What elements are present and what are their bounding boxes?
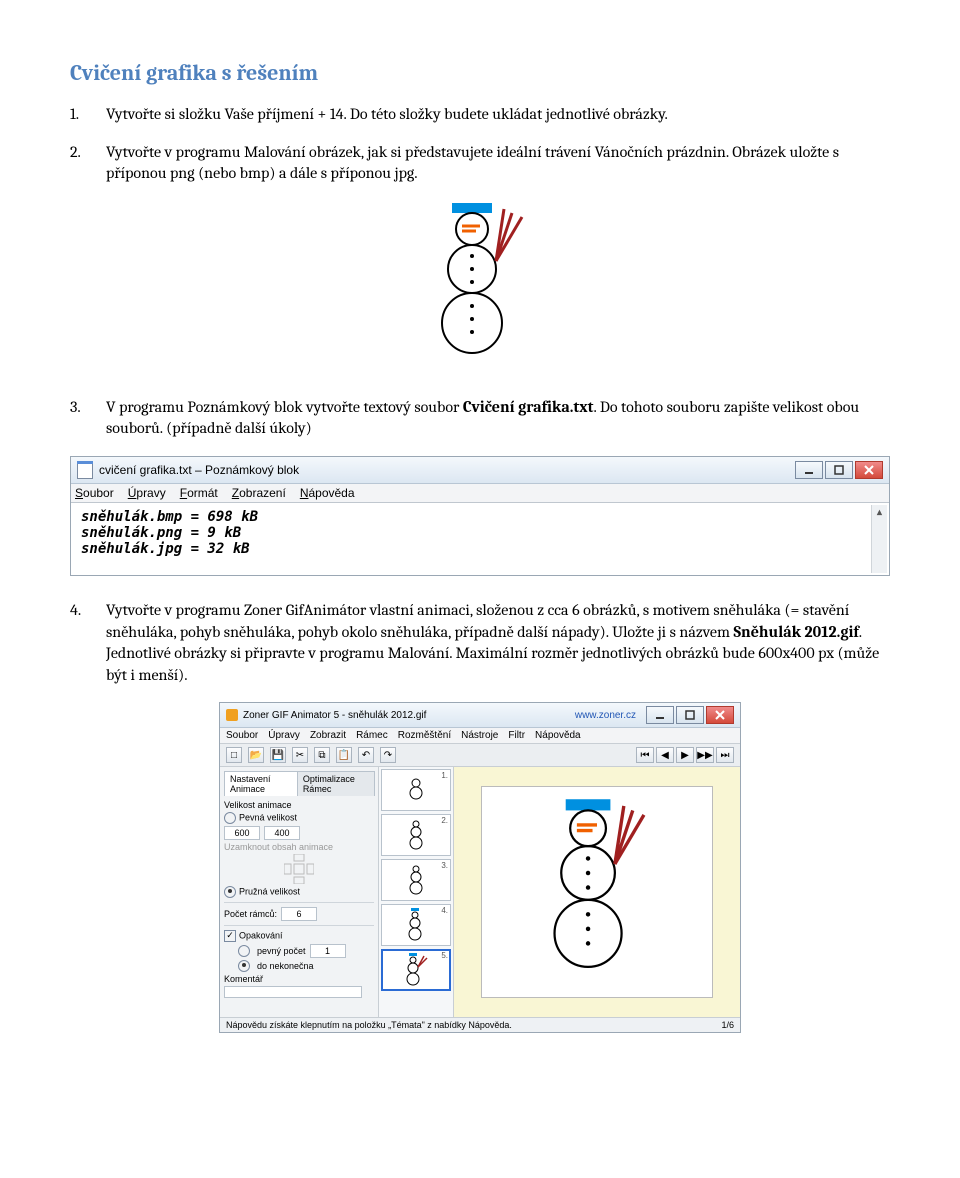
menu-item[interactable]: Nástroje xyxy=(461,730,498,741)
notepad-icon xyxy=(77,461,93,479)
notepad-line: sněhulák.png = 9 kB xyxy=(81,525,879,541)
status-text: Nápovědu získáte klepnutím na položku „T… xyxy=(226,1020,512,1030)
play-icon[interactable]: ▶ xyxy=(676,747,694,763)
frame-thumb[interactable]: 4. xyxy=(381,904,451,946)
notepad-window: cvičení grafika.txt – Poznámkový blok So… xyxy=(70,456,890,576)
menu-item[interactable]: Úpravy xyxy=(268,730,300,741)
zoner-canvas-frame xyxy=(481,786,713,998)
page-title: Cvičení grafika s řešením xyxy=(70,60,890,86)
frame-thumb[interactable]: 2. xyxy=(381,814,451,856)
item-text: Vytvořte v programu Malování obrázek, ja… xyxy=(106,143,839,183)
snowman-figure xyxy=(70,201,890,375)
close-button[interactable] xyxy=(855,461,883,479)
tab-optimize-frame[interactable]: Optimalizace Rámec xyxy=(297,771,375,796)
menu-item[interactable]: Rozměštění xyxy=(398,730,451,741)
infinite-label: do nekonečna xyxy=(257,961,314,971)
zoner-canvas[interactable] xyxy=(454,767,740,1017)
fixed-count-label: pevný počet xyxy=(257,946,306,956)
comment-input[interactable] xyxy=(224,986,362,998)
status-frame-counter: 1/6 xyxy=(721,1020,734,1030)
size-label: Velikost animace xyxy=(224,800,374,810)
tool-undo-icon[interactable]: ↶ xyxy=(358,747,374,763)
maximize-button[interactable] xyxy=(825,461,853,479)
scroll-up-icon[interactable]: ▴ xyxy=(872,505,887,520)
menu-view[interactable]: Zobrazení xyxy=(232,486,286,500)
scrollbar[interactable]: ▴ xyxy=(871,505,887,573)
notepad-titlebar: cvičení grafika.txt – Poznámkový blok xyxy=(71,457,889,484)
item-number: 1. xyxy=(70,104,79,126)
zoner-titlebar: Zoner GIF Animator 5 - sněhulák 2012.gif… xyxy=(220,703,740,728)
trim-disabled-label: Uzamknout obsah animace xyxy=(224,842,374,852)
zoner-window: Zoner GIF Animator 5 - sněhulák 2012.gif… xyxy=(219,702,741,1033)
list-item: 1. Vytvořte si složku Vaše příjmení + 14… xyxy=(70,104,890,126)
menu-item[interactable]: Rámec xyxy=(356,730,388,741)
tab-animation-settings[interactable]: Nastavení Animace xyxy=(224,771,298,796)
notepad-textarea[interactable]: sněhulák.bmp = 698 kB sněhulák.png = 9 k… xyxy=(71,503,889,575)
menu-item[interactable]: Zobrazit xyxy=(310,730,346,741)
zoner-logo-icon xyxy=(226,709,238,721)
item-bold: Cvičení grafika.txt xyxy=(463,398,594,416)
frame-thumb[interactable]: 3. xyxy=(381,859,451,901)
play-last-icon[interactable]: ⏭ xyxy=(716,747,734,763)
tool-cut-icon[interactable]: ✂ xyxy=(292,747,308,763)
close-button[interactable] xyxy=(706,706,734,724)
notepad-title-text: cvičení grafika.txt – Poznámkový blok xyxy=(99,463,299,477)
zoner-url[interactable]: www.zoner.cz xyxy=(575,710,636,721)
minimize-button[interactable] xyxy=(795,461,823,479)
menu-file[interactable]: Soubor xyxy=(75,486,114,500)
frame-thumb-selected[interactable]: 5. xyxy=(381,949,451,991)
tool-save-icon[interactable]: 💾 xyxy=(270,747,286,763)
menu-help[interactable]: Nápověda xyxy=(300,486,355,500)
minimize-button[interactable] xyxy=(646,706,674,724)
zoner-menubar: Soubor Úpravy Zobrazit Rámec Rozměštění … xyxy=(220,728,740,744)
frames-input[interactable]: 6 xyxy=(281,907,317,921)
fixed-count-input[interactable]: 1 xyxy=(310,944,346,958)
item-text: V programu Poznámkový blok vytvořte text… xyxy=(106,398,463,416)
menu-item[interactable]: Soubor xyxy=(226,730,258,741)
play-next-icon[interactable]: ▶▶ xyxy=(696,747,714,763)
list-item: 3. V programu Poznámkový blok vytvořte t… xyxy=(70,397,890,440)
play-prev-icon[interactable]: ◀ xyxy=(656,747,674,763)
notepad-line: sněhulák.jpg = 32 kB xyxy=(81,541,879,557)
menu-item[interactable]: Filtr xyxy=(508,730,525,741)
menu-item[interactable]: Nápověda xyxy=(535,730,581,741)
play-first-icon[interactable]: ⏮ xyxy=(636,747,654,763)
list-item: 2. Vytvořte v programu Malování obrázek,… xyxy=(70,142,890,185)
tool-copy-icon[interactable]: ⧉ xyxy=(314,747,330,763)
radio-flexible-size[interactable]: Pružná velikost xyxy=(224,886,374,898)
tool-open-icon[interactable]: 📂 xyxy=(248,747,264,763)
item-number: 4. xyxy=(70,600,81,622)
list-item: 4. Vytvořte v programu Zoner GifAnimátor… xyxy=(70,600,890,686)
menu-format[interactable]: Formát xyxy=(180,486,218,500)
tool-paste-icon[interactable]: 📋 xyxy=(336,747,352,763)
zoner-settings-panel: Nastavení Animace Optimalizace Rámec Vel… xyxy=(220,767,379,1017)
zoner-toolbar: □ 📂 💾 ✂ ⧉ 📋 ↶ ↷ ⏮ ◀ ▶ ▶▶ ⏭ xyxy=(220,744,740,767)
tool-redo-icon[interactable]: ↷ xyxy=(380,747,396,763)
zoner-statusbar: Nápovědu získáte klepnutím na položku „T… xyxy=(220,1017,740,1032)
notepad-line: sněhulák.bmp = 698 kB xyxy=(81,509,879,525)
tool-new-icon[interactable]: □ xyxy=(226,747,242,763)
radio-fixed-count[interactable] xyxy=(238,945,250,957)
frame-thumb[interactable]: 1. xyxy=(381,769,451,811)
radio-infinite[interactable] xyxy=(238,960,250,972)
width-input[interactable]: 600 xyxy=(224,826,260,840)
comment-label: Komentář xyxy=(224,974,374,984)
item-bold: Sněhulák 2012.gif xyxy=(733,623,858,641)
notepad-menubar: Soubor Úpravy Formát Zobrazení Nápověda xyxy=(71,484,889,503)
zoner-title-text: Zoner GIF Animator 5 - sněhulák 2012.gif xyxy=(243,710,426,721)
zoner-frame-list: 1. 2. 3. 4. 5. xyxy=(379,767,454,1017)
menu-edit[interactable]: Úpravy xyxy=(128,486,166,500)
radio-fixed-size[interactable]: Pevná velikost xyxy=(224,812,374,824)
check-loop[interactable]: Opakování xyxy=(224,930,374,942)
maximize-button[interactable] xyxy=(676,706,704,724)
height-input[interactable]: 400 xyxy=(264,826,300,840)
item-number: 2. xyxy=(70,142,81,164)
item-text: Vytvořte si složku Vaše příjmení + 14. D… xyxy=(106,105,668,123)
frames-label: Počet rámců: xyxy=(224,909,277,919)
item-number: 3. xyxy=(70,397,81,419)
